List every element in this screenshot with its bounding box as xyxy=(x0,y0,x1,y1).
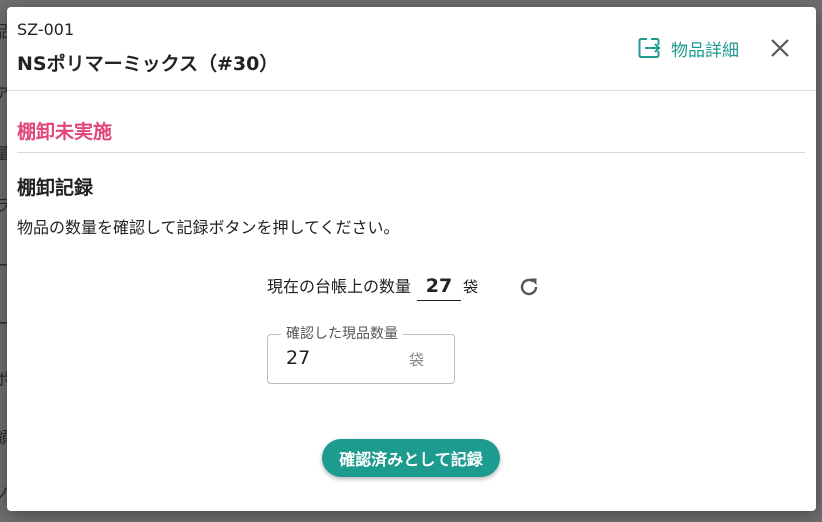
close-button[interactable] xyxy=(767,35,793,61)
inventory-dialog: SZ-001 NSポリマーミックス（#30） 物品詳細 棚卸未実施 棚卸記録 物… xyxy=(7,7,816,511)
ledger-quantity-unit: 袋 xyxy=(463,278,479,296)
item-title: NSポリマーミックス（#30） xyxy=(17,53,279,75)
confirmed-quantity-unit: 袋 xyxy=(409,351,425,369)
dialog-header: SZ-001 NSポリマーミックス（#30） 物品詳細 xyxy=(7,7,816,91)
refresh-icon xyxy=(517,278,541,303)
exit-to-app-icon xyxy=(637,36,663,60)
confirmed-quantity-field: 確認した現品数量 袋 xyxy=(267,324,455,384)
ledger-quantity: 現在の台帳上の数量 27 袋 xyxy=(267,269,478,301)
ledger-quantity-value: 27 xyxy=(417,274,462,301)
item-code: SZ-001 xyxy=(17,20,75,39)
close-icon xyxy=(767,39,793,65)
refresh-button[interactable] xyxy=(517,275,541,299)
item-detail-label: 物品詳細 xyxy=(671,40,739,61)
record-confirmed-button[interactable]: 確認済みとして記録 xyxy=(322,439,500,477)
confirmed-quantity-label: 確認した現品数量 xyxy=(281,324,403,344)
record-confirmed-label: 確認済みとして記録 xyxy=(339,450,483,469)
ledger-quantity-label: 現在の台帳上の数量 xyxy=(267,277,412,296)
section-title: 棚卸記録 xyxy=(17,177,94,199)
instruction-text: 物品の数量を確認して記録ボタンを押してください。 xyxy=(17,218,400,237)
item-detail-link[interactable]: 物品詳細 xyxy=(637,35,739,61)
confirmed-quantity-input[interactable] xyxy=(286,347,386,369)
inventory-status: 棚卸未実施 xyxy=(17,121,113,143)
divider xyxy=(17,152,805,153)
